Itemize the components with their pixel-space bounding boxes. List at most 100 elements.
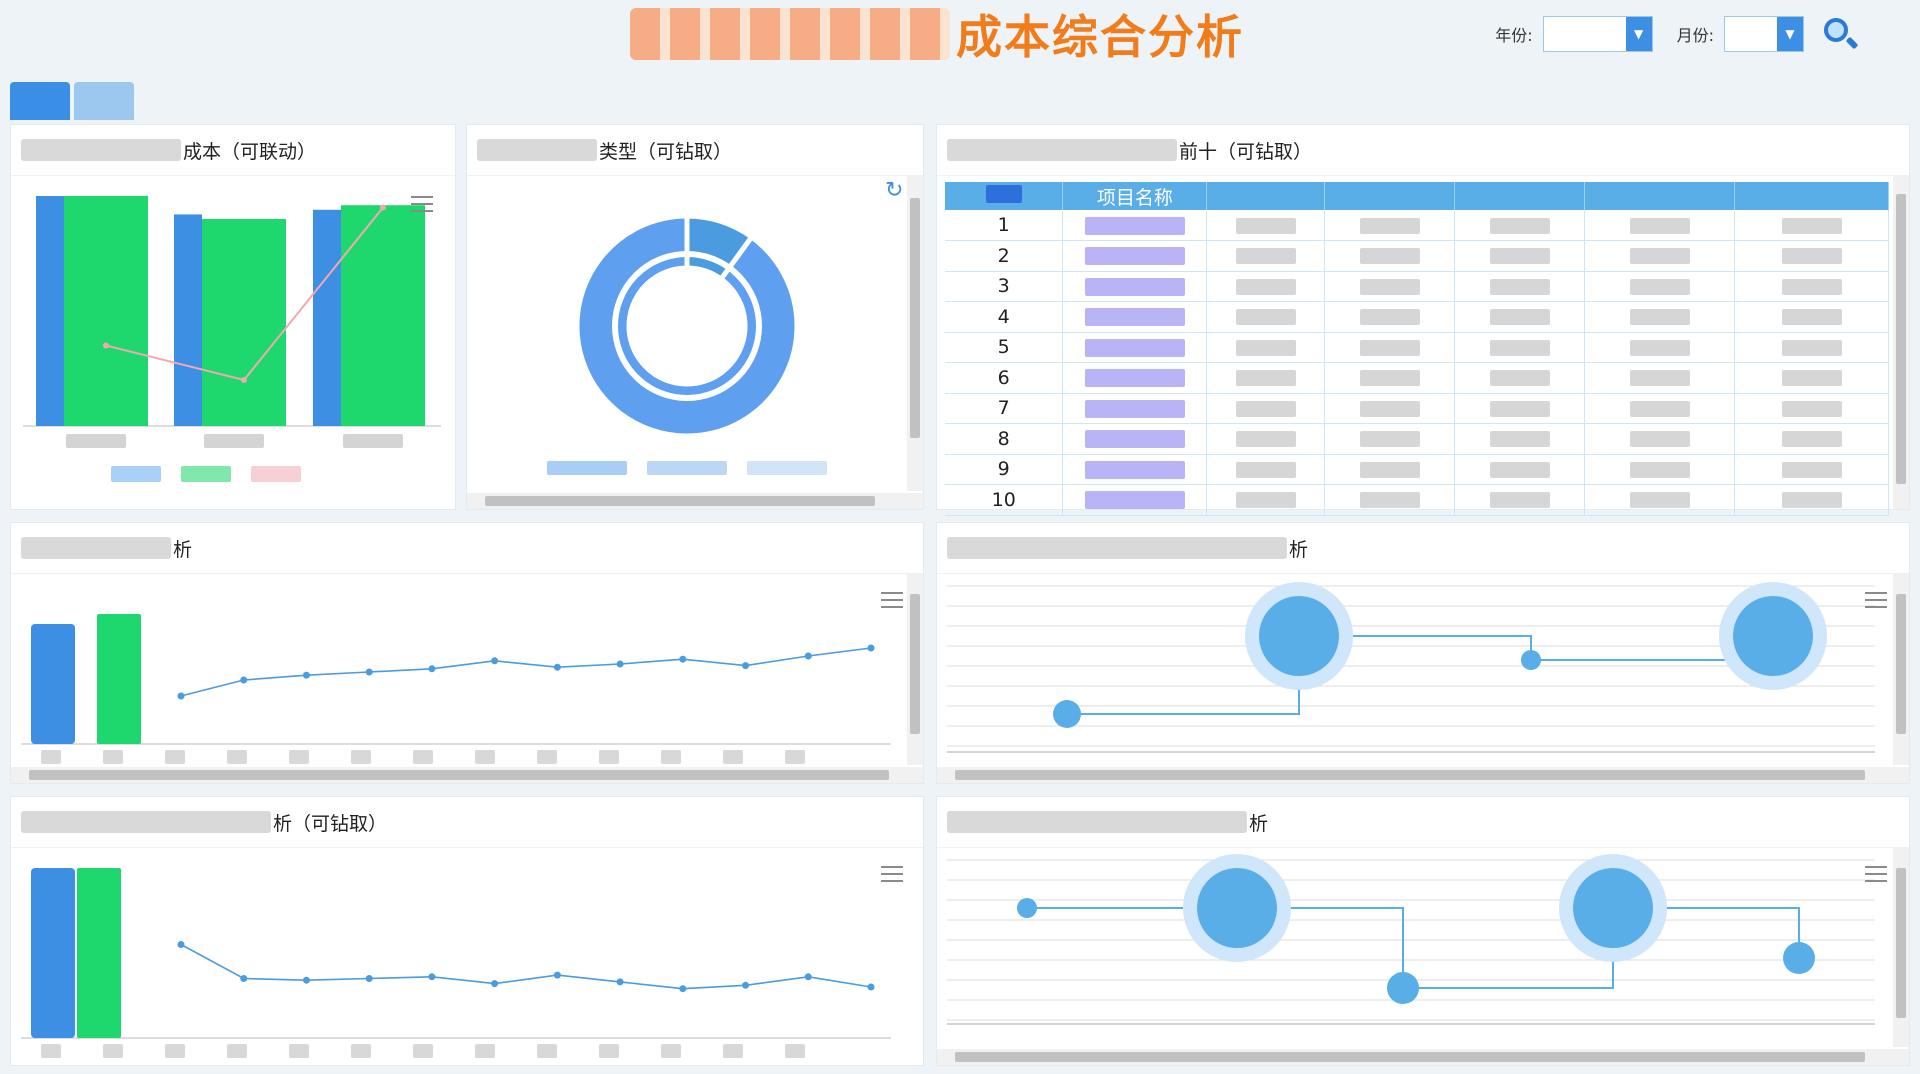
data-point [365, 975, 373, 982]
data-point [742, 662, 750, 670]
project-name-cell[interactable] [1062, 423, 1208, 455]
bubble [1259, 596, 1339, 676]
menu-icon[interactable] [881, 592, 903, 608]
panel-title: 析 [21, 533, 192, 563]
table-row[interactable]: 2 [945, 240, 1889, 272]
menu-icon[interactable] [881, 866, 903, 882]
chevron-down-icon[interactable]: ▼ [1625, 17, 1652, 51]
vertical-scrollbar[interactable] [1893, 574, 1909, 765]
panel-body [11, 573, 923, 783]
value-cell [1324, 423, 1456, 455]
project-name-cell[interactable] [1062, 484, 1208, 516]
x-tick-label [475, 1044, 495, 1058]
vertical-scrollbar[interactable] [1893, 176, 1909, 509]
value-cell [1454, 271, 1586, 302]
x-tick-label [103, 750, 123, 764]
x-tick-label [41, 750, 61, 764]
panel-body: 项目名称 1 2 3 4 5 6 7 8 9 10 [937, 175, 1909, 516]
vertical-scrollbar[interactable] [1893, 848, 1909, 1047]
rank-cell: 8 [945, 423, 1064, 455]
value-cell [1584, 301, 1736, 333]
month-select[interactable]: ▼ [1724, 16, 1804, 52]
horizontal-scrollbar[interactable] [937, 1049, 1909, 1065]
data-point [428, 973, 436, 981]
bubble-chart [947, 854, 1875, 1025]
panel-title: 类型（可钻取） [477, 135, 732, 165]
column-header[interactable] [945, 182, 1064, 210]
column-header[interactable] [1734, 182, 1889, 210]
data-point [365, 668, 373, 676]
bar-line-chart [23, 196, 441, 482]
project-name-cell[interactable] [1062, 454, 1208, 485]
project-name-cell[interactable] [1062, 362, 1208, 394]
value-cell [1454, 301, 1586, 333]
data-point [103, 342, 109, 349]
table-row[interactable]: 5 [945, 332, 1889, 363]
year-value [1544, 17, 1626, 51]
year-select[interactable]: ▼ [1542, 16, 1653, 52]
data-point [616, 660, 624, 668]
search-icon[interactable] [1820, 14, 1860, 54]
column-header[interactable] [1206, 182, 1326, 210]
menu-icon[interactable] [1865, 592, 1887, 608]
project-name-cell[interactable] [1062, 240, 1208, 272]
tab-1[interactable] [10, 82, 70, 120]
x-tick-label [165, 750, 185, 764]
value-cell [1206, 210, 1326, 241]
panel-title-text: 析 [1289, 538, 1309, 561]
data-point [241, 377, 247, 383]
data-point [616, 978, 624, 986]
x-tick-label [537, 750, 557, 764]
table-row[interactable]: 9 [945, 454, 1889, 485]
chevron-down-icon[interactable]: ▼ [1777, 17, 1803, 51]
x-tick-label [785, 750, 805, 764]
vertical-scrollbar[interactable] [907, 574, 923, 765]
bubble [1573, 868, 1653, 948]
column-header-project-name[interactable]: 项目名称 [1062, 182, 1208, 210]
table-row[interactable]: 7 [945, 393, 1889, 424]
rank-cell: 1 [945, 210, 1064, 241]
tab-2[interactable] [74, 82, 134, 120]
x-tick-label [66, 434, 126, 448]
project-name-cell[interactable] [1062, 271, 1208, 302]
column-header[interactable] [1324, 182, 1456, 210]
bar [77, 868, 121, 1038]
value-cell [1454, 210, 1586, 241]
refresh-icon[interactable]: ↻ [885, 178, 903, 203]
value-cell [1324, 393, 1456, 424]
menu-icon[interactable] [1865, 866, 1887, 882]
project-name-cell[interactable] [1062, 393, 1208, 424]
table-row[interactable]: 8 [945, 423, 1889, 455]
x-tick-label [723, 750, 743, 764]
project-name-cell[interactable] [1062, 210, 1208, 241]
value-cell [1584, 271, 1736, 302]
panel-title-text: 析 [1249, 812, 1269, 835]
project-name-cell[interactable] [1062, 332, 1208, 363]
value-cell [1324, 332, 1456, 363]
table-row[interactable]: 3 [945, 271, 1889, 302]
vertical-scrollbar[interactable] [907, 176, 923, 491]
value-cell [1584, 240, 1736, 272]
x-tick-label [599, 750, 619, 764]
table-row[interactable]: 4 [945, 301, 1889, 333]
column-header[interactable] [1584, 182, 1736, 210]
x-tick-label [227, 750, 247, 764]
horizontal-scrollbar[interactable] [937, 767, 1909, 783]
column-header[interactable] [1454, 182, 1586, 210]
rank-cell: 10 [945, 484, 1064, 516]
panel-body [937, 573, 1909, 783]
x-tick-label [351, 750, 371, 764]
project-name-cell[interactable] [1062, 301, 1208, 333]
ranking-table: 项目名称 1 2 3 4 5 6 7 8 9 10 [945, 182, 1889, 516]
rank-cell: 4 [945, 301, 1064, 333]
horizontal-scrollbar[interactable] [11, 767, 923, 783]
legend-item [747, 461, 827, 475]
series-line [180, 647, 872, 697]
table-row[interactable]: 6 [945, 362, 1889, 394]
table-row[interactable]: 10 [945, 484, 1889, 516]
table-row[interactable]: 1 [945, 210, 1889, 241]
panel-mid-left: 析 [10, 522, 924, 784]
horizontal-scrollbar[interactable] [467, 493, 923, 509]
value-cell [1734, 240, 1889, 272]
menu-icon[interactable] [411, 196, 433, 212]
